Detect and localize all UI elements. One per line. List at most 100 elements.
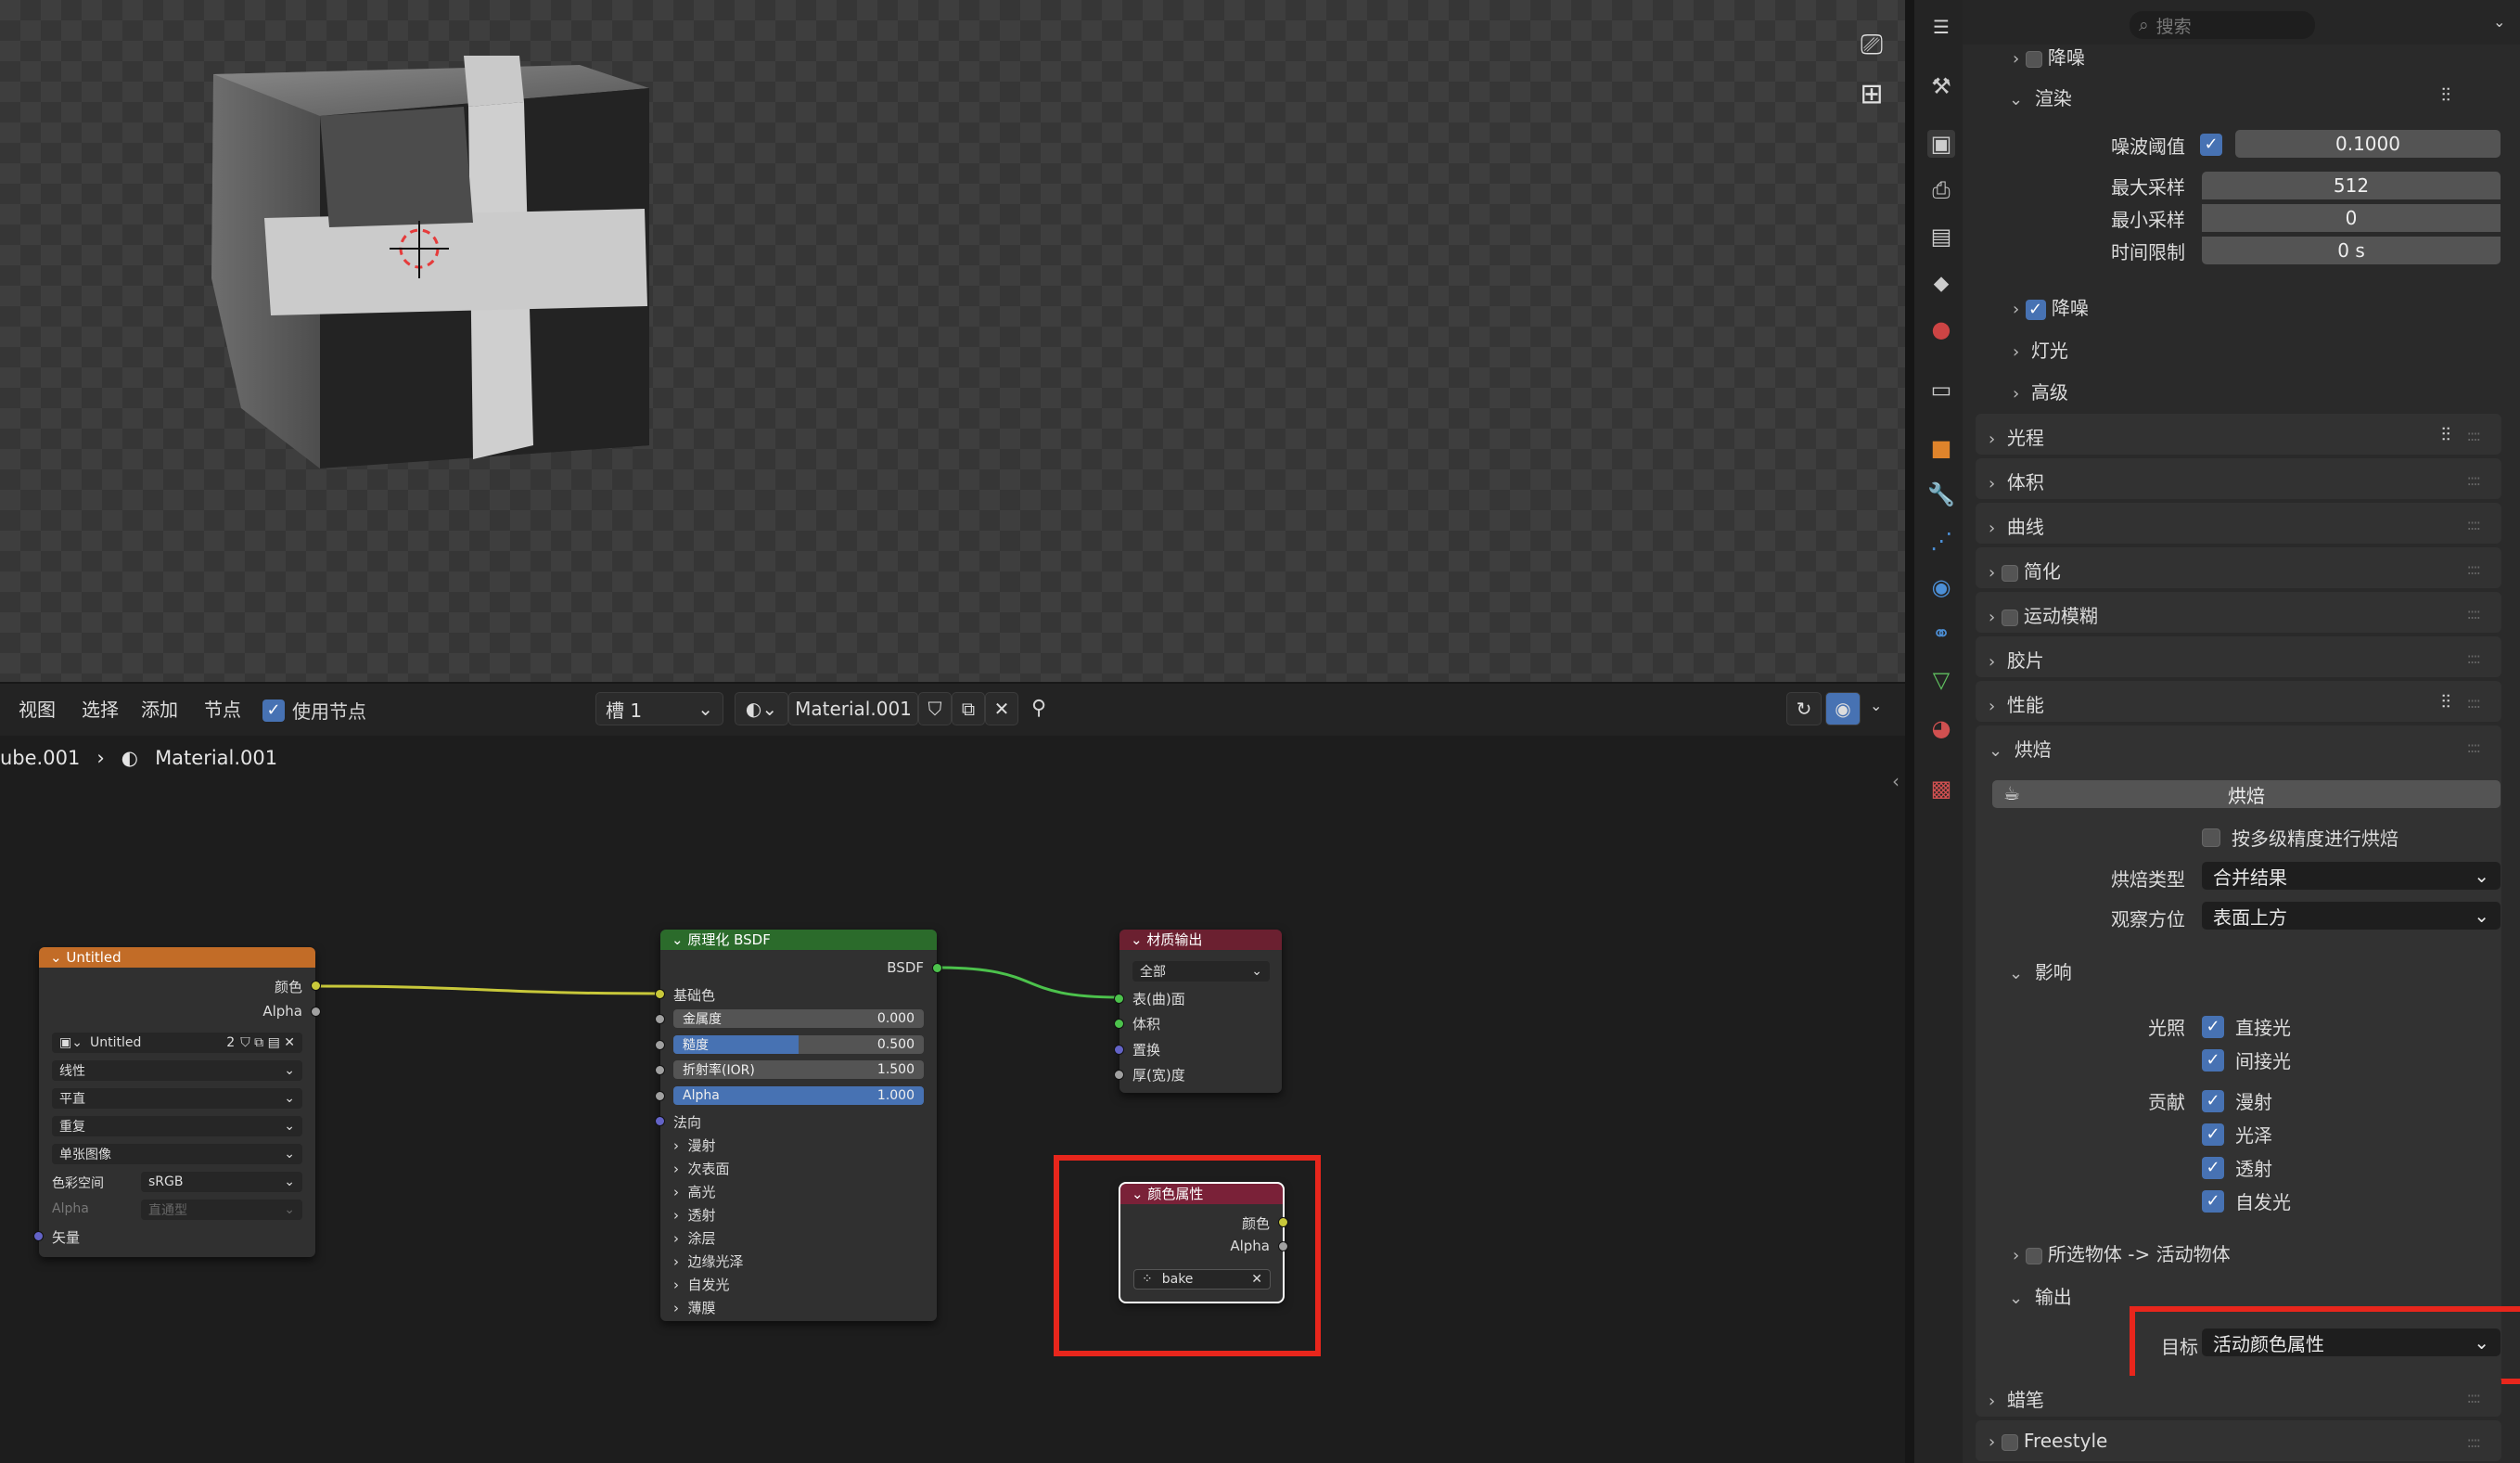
panel-emission[interactable]: › 自发光 <box>673 1275 730 1294</box>
input-socket[interactable] <box>1114 1019 1124 1029</box>
editor-type-icon[interactable]: ☰ <box>1927 13 1955 41</box>
input-socket[interactable] <box>655 1065 665 1075</box>
checkbox-icon[interactable] <box>2001 564 2018 582</box>
presets-icon[interactable]: ⫶⫶ <box>2441 690 2450 712</box>
noise-threshold-checkbox[interactable]: ✓ <box>2200 134 2222 156</box>
panel-transmission[interactable]: › 透射 <box>673 1205 716 1225</box>
emit-toggle[interactable]: ✓ 自发光 <box>2202 1187 2291 1214</box>
alpha-mode-dropdown[interactable]: 直通型 ⌄ <box>141 1200 302 1220</box>
target-dropdown[interactable]: 全部 ⌄ <box>1132 961 1270 982</box>
projection-dropdown[interactable]: 平直 ⌄ <box>52 1088 302 1109</box>
selected-to-active-subpanel[interactable]: › 所选物体 -> 活动物体 <box>2013 1239 2231 1266</box>
panel-coat[interactable]: › 涂层 <box>673 1228 716 1248</box>
close-icon[interactable]: ✕ <box>1251 1272 1262 1287</box>
freestyle-panel[interactable]: › Freestyle:::: <box>1976 1420 2501 1461</box>
bake-button[interactable]: ☕ 烘焙 <box>1992 780 2501 808</box>
indirect-toggle[interactable]: ✓ 间接光 <box>2202 1046 2291 1073</box>
color-attribute-node[interactable]: ⌄ 颜色属性 颜色 Alpha ⁘ bake ✕ <box>1119 1182 1288 1303</box>
glossy-toggle[interactable]: ✓ 光泽 <box>2202 1121 2272 1148</box>
checkbox-icon[interactable] <box>2025 1247 2042 1264</box>
drag-handle-icon[interactable]: :::: <box>2466 427 2481 444</box>
motion-blur-panel[interactable]: › 运动模糊:::: <box>1976 592 2501 633</box>
view-from-dropdown[interactable]: 表面上方 ⌄ <box>2202 902 2501 930</box>
input-socket[interactable] <box>1114 1045 1124 1055</box>
advanced-subpanel[interactable]: › 高级 <box>2013 378 2068 404</box>
bake-panel-header[interactable]: ⌄ 烘焙 <box>1989 735 2052 762</box>
checkbox-icon[interactable]: ✓ <box>2202 1048 2224 1072</box>
collection-icon[interactable]: ▭ <box>1927 376 1955 404</box>
input-socket[interactable] <box>1114 994 1124 1004</box>
bake-type-dropdown[interactable]: 合并结果 ⌄ <box>2202 862 2501 890</box>
modifier-icon[interactable]: 🔧 <box>1927 481 1955 508</box>
extension-dropdown[interactable]: 重复 ⌄ <box>52 1116 302 1136</box>
view-layer-icon[interactable]: ▤ <box>1927 223 1955 250</box>
performance-panel[interactable]: › 性能 ⫶⫶:::: <box>1976 681 2501 722</box>
source-dropdown[interactable]: 单张图像 ⌄ <box>52 1144 302 1164</box>
panel-thin-film[interactable]: › 薄膜 <box>673 1298 716 1317</box>
roughness-field[interactable]: 糙度 0.500 <box>673 1035 924 1054</box>
render-icon[interactable]: ▣ <box>1927 130 1955 158</box>
noise-threshold-field[interactable]: 0.1000 <box>2235 130 2501 158</box>
lights-subpanel[interactable]: › 灯光 <box>2013 336 2068 363</box>
panel-diffuse[interactable]: › 漫射 <box>673 1136 716 1155</box>
light-paths-panel[interactable]: › 光程 ⫶⫶:::: <box>1976 414 2501 455</box>
input-socket[interactable] <box>655 1040 665 1050</box>
simplify-panel[interactable]: › 简化:::: <box>1976 547 2501 588</box>
input-socket[interactable] <box>655 1116 665 1126</box>
influence-subpanel[interactable]: ⌄ 影响 <box>2009 957 2072 984</box>
curves-panel[interactable]: › 曲线:::: <box>1976 503 2501 544</box>
presets-icon[interactable]: ⫶⫶ <box>2441 83 2450 106</box>
output-socket[interactable] <box>1278 1217 1288 1227</box>
output-socket[interactable] <box>311 1007 321 1017</box>
alpha-field[interactable]: Alpha 1.000 <box>673 1086 924 1105</box>
denoise-top-row[interactable]: › 降噪 <box>2013 43 2085 70</box>
drag-handle-icon[interactable]: :::: <box>2466 605 2481 622</box>
input-socket[interactable] <box>33 1231 44 1241</box>
chevron-down-icon[interactable]: ⌄ <box>2493 13 2505 31</box>
metallic-field[interactable]: 金属度 0.000 <box>673 1009 924 1028</box>
transmission-toggle[interactable]: ✓ 透射 <box>2202 1154 2272 1181</box>
material-icon[interactable]: ◕ <box>1927 714 1955 742</box>
checkbox-icon[interactable]: ✓ <box>2202 1189 2224 1213</box>
attribute-name-field[interactable]: ⁘ bake ✕ <box>1133 1269 1271 1290</box>
input-socket[interactable] <box>655 1091 665 1101</box>
drag-handle-icon[interactable]: :::: <box>2466 1433 2481 1451</box>
panel-sheen[interactable]: › 边缘光泽 <box>673 1251 744 1271</box>
texture-icon[interactable]: ▩ <box>1927 775 1955 802</box>
object-icon[interactable]: ■ <box>1927 434 1955 462</box>
output-socket[interactable] <box>932 963 942 973</box>
image-selector[interactable]: ▣⌄ Untitled 2 ⛉ ⧉ ▤ ✕ <box>52 1033 302 1053</box>
checkbox-icon[interactable]: ✓ <box>2202 1089 2224 1112</box>
drag-handle-icon[interactable]: :::: <box>2466 516 2481 533</box>
node-header[interactable]: ⌄ 材质输出 <box>1119 930 1282 950</box>
constraints-icon[interactable]: ⚭ <box>1927 620 1955 648</box>
panel-specular[interactable]: › 高光 <box>673 1182 716 1201</box>
checkbox-icon[interactable] <box>2025 50 2042 68</box>
drag-handle-icon[interactable]: :::: <box>2466 1389 2481 1406</box>
material-output-node[interactable]: ⌄ 材质输出 全部 ⌄ 表(曲)面 体积 置换 厚(宽)度 <box>1114 930 1282 1093</box>
node-header[interactable]: ⌄ 原理化 BSDF <box>660 930 937 950</box>
drag-handle-icon[interactable]: :::: <box>2466 560 2481 578</box>
presets-icon[interactable]: ⫶⫶ <box>2441 423 2450 445</box>
time-limit-field[interactable]: 0 s <box>2202 237 2501 264</box>
panel-subsurface[interactable]: › 次表面 <box>673 1159 730 1178</box>
particles-icon[interactable]: ⋰ <box>1927 527 1955 555</box>
output-socket[interactable] <box>1278 1241 1288 1251</box>
target-dropdown[interactable]: 活动颜色属性 ⌄ <box>2202 1328 2501 1356</box>
film-panel[interactable]: › 胶片:::: <box>1976 636 2501 677</box>
checkbox-icon[interactable] <box>2202 828 2220 847</box>
image-actions-icon[interactable]: ⛉ ⧉ ▤ ✕ <box>235 1035 295 1050</box>
input-socket[interactable] <box>655 989 665 999</box>
render-subpanel[interactable]: ⌄ 渲染 <box>2009 83 2072 110</box>
max-samples-field[interactable]: 512 <box>2202 172 2501 199</box>
node-header[interactable]: ⌄ Untitled <box>39 947 315 968</box>
output-subpanel[interactable]: ⌄ 输出 <box>2009 1282 2072 1309</box>
checkbox-icon[interactable] <box>2001 609 2018 626</box>
output-socket[interactable] <box>311 981 321 991</box>
checkbox-icon[interactable]: ✓ <box>2202 1156 2224 1179</box>
drag-handle-icon[interactable]: :::: <box>2466 471 2481 489</box>
node-header[interactable]: ⌄ 颜色属性 <box>1120 1184 1283 1204</box>
checkbox-icon[interactable]: ✓ <box>2202 1123 2224 1146</box>
output-icon[interactable]: ⎙ <box>1927 176 1955 204</box>
physics-icon[interactable]: ◉ <box>1927 573 1955 601</box>
